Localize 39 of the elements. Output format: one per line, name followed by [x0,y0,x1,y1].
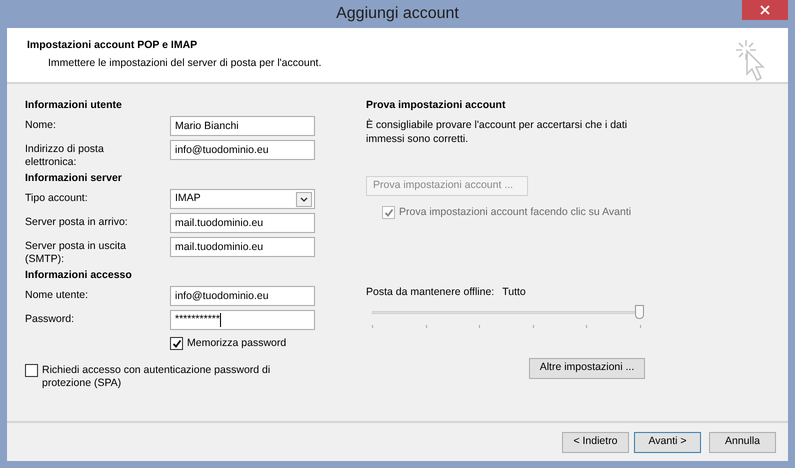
account-type-dropdown[interactable]: IMAP [170,189,315,209]
field-label: Indirizzo di posta elettronica: [25,142,105,169]
more-settings-button[interactable]: Altre impostazioni ... [529,358,645,379]
test-description: È consigliabile provare l'account per accertarsi che i dati immessi sono corretti. [366,118,628,146]
slider-thumb[interactable] [635,304,644,319]
input-field[interactable]: mail.tuodominio.eu [170,213,315,233]
checkbox-label: Prova impostazioni account facendo clic su Avanti [399,206,632,219]
checkmark-icon [172,338,182,349]
chevron-down-icon [300,196,308,202]
footer-button[interactable]: < Indietro [562,432,629,452]
input-field[interactable]: info@tuodominio.eu [170,140,315,160]
field-label: Password: [25,312,76,326]
footer-button[interactable]: Annulla [709,432,776,452]
close-button[interactable] [742,0,788,20]
section-heading: Prova impostazioni account [366,98,506,114]
checkbox-label: Memorizza password [187,336,286,351]
section-heading: Informazioni accesso [25,268,133,284]
field-label: Nome: [25,118,57,132]
field-label: Server posta in arrivo: [25,215,129,229]
field-label: Nome utente: [25,288,90,302]
offline-label: Posta da mantenere offline: [366,285,494,300]
checkbox-label: Richiedi accesso con autenticazione password di protezione (SPA) [42,364,272,390]
section-heading: Informazioni server [25,171,123,186]
field-label: Server posta in uscita (SMTP): [25,239,127,266]
checkbox[interactable] [170,337,183,350]
checkbox[interactable] [25,364,38,377]
close-icon [760,5,770,15]
footer-button[interactable]: Avanti > [634,432,701,452]
page-title: Impostazioni account POP e IMAP [27,38,198,53]
checkmark-icon [384,208,394,218]
input-field[interactable]: mail.tuodominio.eu [170,237,315,257]
field-label: Tipo account: [25,191,89,205]
section-heading: Informazioni utente [25,98,123,114]
password-field[interactable]: *********** [170,310,315,330]
input-field[interactable]: Mario Bianchi [170,116,315,136]
input-field[interactable]: info@tuodominio.eu [170,286,315,306]
offline-value: Tutto [502,285,526,300]
page-subtitle: Immettere le impostazioni del server di posta per l'account. [47,56,322,71]
window-title: Aggiungi account [336,4,459,24]
